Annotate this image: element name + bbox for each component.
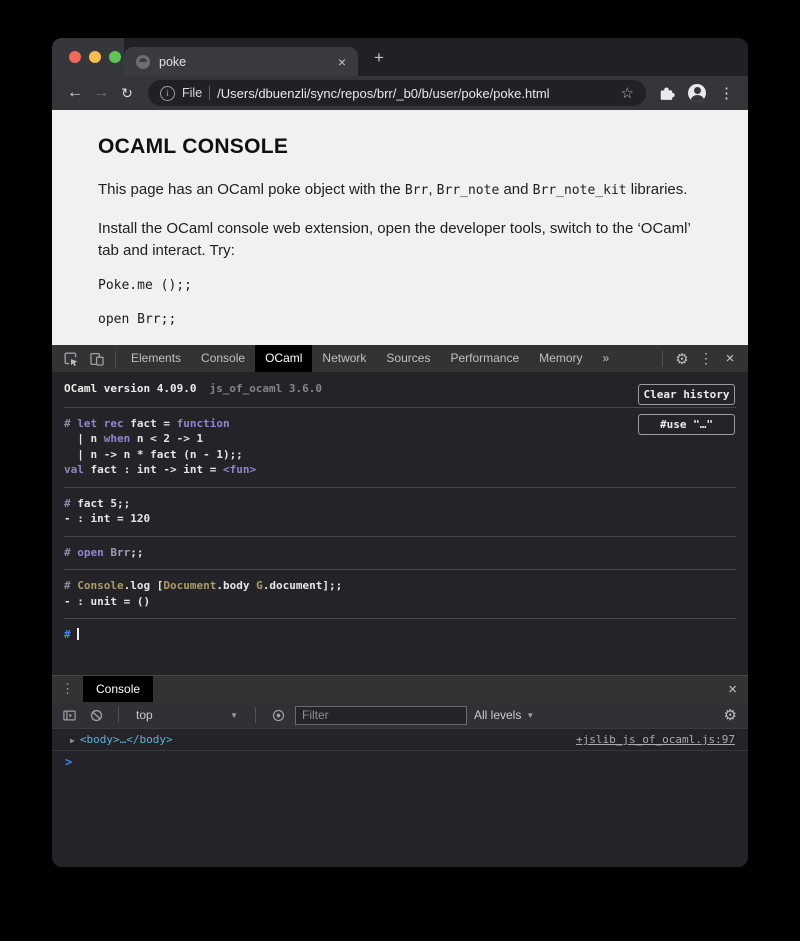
console-drawer: ⋮ Console × top ▼: [52, 675, 748, 867]
code-line: | n when n < 2 -> 1: [64, 431, 736, 447]
clear-history-button[interactable]: Clear history: [638, 384, 735, 405]
console-sidebar-toggle-icon[interactable]: [59, 705, 79, 725]
log-levels-value: All levels: [474, 708, 521, 722]
devtools-toolbar-actions: ⚙ ⋮ ×: [657, 350, 742, 368]
frame-context-select[interactable]: top ▼: [131, 708, 243, 722]
code-snippet-poke: Poke.me ();;: [98, 278, 702, 293]
prompt-line[interactable]: #: [64, 627, 736, 643]
console-prompt-chevron[interactable]: >: [52, 751, 748, 769]
file-scheme-label: File: [182, 86, 202, 100]
frame-context-value: top: [136, 708, 153, 722]
console-message-body-element[interactable]: ▶<body>…</body>: [70, 733, 173, 746]
jsoo-version-label: js_of_ocaml 3.6.0: [209, 381, 322, 397]
inspect-element-icon[interactable]: [58, 345, 84, 372]
code-line: - : unit = (): [64, 594, 736, 610]
code-snippet-open: open Brr;;: [98, 312, 702, 327]
console-settings-gear-icon[interactable]: ⚙: [724, 706, 741, 724]
url-bar[interactable]: i File /Users/dbuenzli/sync/repos/brr/_b…: [148, 80, 646, 106]
console-toolbar: top ▼ All levels ▼ ⚙: [52, 702, 748, 729]
url-text[interactable]: /Users/dbuenzli/sync/repos/brr/_b0/b/use…: [217, 86, 549, 101]
window-controls: [69, 51, 121, 63]
zoom-window-button[interactable]: [109, 51, 121, 63]
browser-tab-poke[interactable]: poke ×: [124, 47, 358, 76]
log-levels-select[interactable]: All levels ▼: [474, 708, 534, 722]
devtools-tabbar: Elements Console OCaml Network Sources P…: [52, 345, 748, 372]
chevron-down-icon: ▼: [230, 711, 238, 720]
console-source-link[interactable]: +jslib_js_of_ocaml.js:97: [576, 733, 735, 746]
extensions-puzzle-icon[interactable]: [658, 85, 675, 102]
profile-avatar-icon[interactable]: [688, 84, 706, 102]
install-paragraph: Install the OCaml console web extension,…: [98, 218, 702, 262]
devtools-tab-sources[interactable]: Sources: [376, 345, 440, 372]
devtools-more-tabs-icon[interactable]: »: [593, 345, 620, 372]
ocaml-version-row: OCaml version 4.09.0 js_of_ocaml 3.6.0: [64, 372, 736, 407]
drawer-close-icon[interactable]: ×: [717, 681, 748, 698]
tab-title: poke: [159, 55, 186, 69]
ocaml-entry-console-log: # Console.log [Document.body G.document]…: [64, 569, 736, 618]
page-title: OCAML CONSOLE: [98, 135, 702, 159]
drawer-tabrow: ⋮ Console ×: [52, 676, 748, 702]
ocaml-console-panel: OCaml version 4.09.0 js_of_ocaml 3.6.0 #…: [52, 372, 748, 675]
ocaml-input-prompt[interactable]: #: [64, 618, 736, 652]
code-line: # Console.log [Document.body G.document]…: [64, 578, 736, 594]
devtools-tab-network[interactable]: Network: [312, 345, 376, 372]
url-divider: [209, 86, 210, 100]
devtools-tab-ocaml[interactable]: OCaml: [255, 345, 312, 372]
minimize-window-button[interactable]: [89, 51, 101, 63]
bookmark-star-icon[interactable]: ☆: [621, 84, 634, 102]
live-expression-eye-icon[interactable]: [268, 705, 288, 725]
toolbar-divider: [662, 351, 663, 367]
ocaml-entry-open-brr: # open Brr;;: [64, 536, 736, 570]
toolbar-divider: [118, 707, 119, 723]
forward-icon[interactable]: →: [88, 84, 114, 102]
ocaml-entry-fact-5: # fact 5;; - : int = 120: [64, 487, 736, 536]
new-tab-button[interactable]: +: [374, 49, 384, 66]
console-filter-input[interactable]: [295, 706, 467, 725]
devtools-tab-console[interactable]: Console: [191, 345, 255, 372]
titlebar: poke × +: [52, 38, 748, 76]
code-line: # fact 5;;: [64, 496, 736, 512]
ocaml-panel-buttons: Clear history #use "…": [638, 384, 735, 435]
drawer-menu-icon[interactable]: ⋮: [52, 681, 83, 697]
devtools-menu-icon[interactable]: ⋮: [696, 350, 716, 367]
browser-window: poke × + ← → ↻ i File /Users/dbuenzli/sy…: [52, 38, 748, 867]
code-line: # let rec fact = function: [64, 416, 736, 432]
code-line: val fact : int -> int = <fun>: [64, 462, 736, 478]
close-window-button[interactable]: [69, 51, 81, 63]
devtools-tab-performance[interactable]: Performance: [440, 345, 529, 372]
ocaml-entry-fact-def: # let rec fact = function | n when n < 2…: [64, 407, 736, 487]
reload-icon[interactable]: ↻: [114, 85, 140, 102]
back-icon[interactable]: ←: [62, 84, 88, 102]
page-content: OCAML CONSOLE This page has an OCaml pok…: [52, 110, 748, 345]
toolbar-divider: [255, 707, 256, 723]
page-info-icon[interactable]: i: [160, 86, 175, 101]
intro-paragraph: This page has an OCaml poke object with …: [98, 179, 702, 201]
chevron-down-icon: ▼: [526, 711, 534, 720]
code-line: # open Brr;;: [64, 545, 736, 561]
code-line: - : int = 120: [64, 511, 736, 527]
toolbar-divider: [115, 351, 116, 367]
devtools-tab-elements[interactable]: Elements: [121, 345, 191, 372]
device-toolbar-icon[interactable]: [84, 345, 110, 372]
devtools-close-icon[interactable]: ×: [718, 350, 742, 367]
clear-console-icon[interactable]: [86, 705, 106, 725]
browser-menu-icon[interactable]: ⋮: [719, 84, 734, 102]
use-file-button[interactable]: #use "…": [638, 414, 735, 435]
devtools-settings-gear-icon[interactable]: ⚙: [670, 350, 694, 368]
address-toolbar: ← → ↻ i File /Users/dbuenzli/sync/repos/…: [52, 76, 748, 110]
browser-action-icons: ⋮: [654, 84, 738, 102]
tab-favicon-icon: [136, 55, 150, 69]
drawer-tab-console[interactable]: Console: [83, 676, 153, 702]
code-line: | n -> n * fact (n - 1);;: [64, 447, 736, 463]
ocaml-version-label: OCaml version 4.09.0: [64, 381, 196, 397]
devtools-tab-memory[interactable]: Memory: [529, 345, 592, 372]
tab-close-icon[interactable]: ×: [338, 55, 346, 69]
console-message-row[interactable]: ▶<body>…</body> +jslib_js_of_ocaml.js:97: [52, 729, 748, 751]
